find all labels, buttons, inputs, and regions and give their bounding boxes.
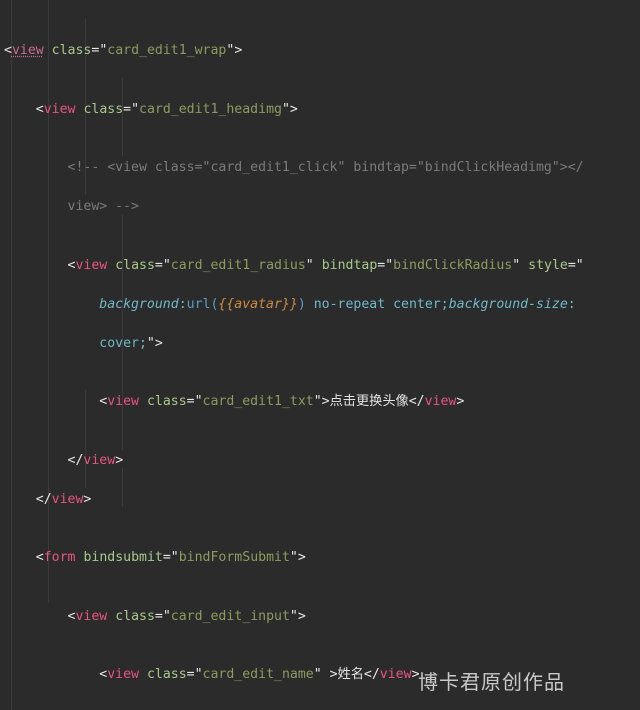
code-line: <view class="card_edit_name" >姓名</view> — [99, 667, 420, 682]
code-line: <form bindsubmit="bindFormSubmit"> — [35, 550, 306, 565]
code-line: view> --> — [67, 199, 139, 214]
code-editor-pane[interactable]: <view class="card_edit1_wrap"> <view cla… — [0, 0, 640, 710]
code-line: <view class="card_edit1_headimg"> — [35, 101, 298, 117]
code-text[interactable]: <view class="card_edit1_wrap"> <view cla… — [0, 0, 640, 710]
code-line: cover;"> — [99, 335, 163, 351]
code-line: background:url({{avatar}}) no-repeat cen… — [99, 296, 576, 312]
code-line: <!-- <view class="card_edit1_click" bind… — [67, 160, 584, 175]
code-line: <view class="card_edit1_txt">点击更换头像</vie… — [99, 394, 465, 409]
code-line: <view class="card_edit1_wrap"> — [4, 43, 243, 58]
code-line: <view class="card_edit1_radius" bindtap=… — [67, 257, 584, 273]
code-line: </view> — [67, 452, 124, 468]
code-line: <view class="card_edit_input"> — [67, 608, 306, 624]
tag-view-open: view — [11, 43, 44, 58]
code-line: </view> — [35, 491, 92, 507]
